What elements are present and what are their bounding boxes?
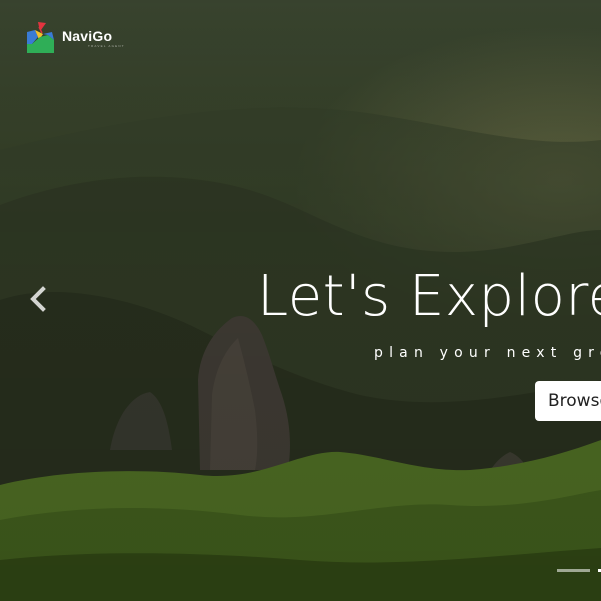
hero-subheading: plan your next great <box>374 345 601 361</box>
carousel-prev-button[interactable] <box>26 286 50 312</box>
brand-tagline: TRAVEL AGENT <box>88 43 125 48</box>
carousel-indicators <box>557 569 601 572</box>
hero-headline: Let's Explore <box>257 264 601 329</box>
hero-carousel: NaviGo TRAVEL AGENT Let's Explore plan y… <box>0 0 601 601</box>
brand-logo[interactable]: NaviGo TRAVEL AGENT <box>26 22 125 54</box>
chevron-left-icon <box>30 286 46 312</box>
brand-name: NaviGo <box>62 27 113 44</box>
navigo-logo-icon <box>27 22 54 53</box>
carousel-indicator-1[interactable] <box>557 569 590 572</box>
browse-button[interactable]: Browse <box>535 381 601 421</box>
